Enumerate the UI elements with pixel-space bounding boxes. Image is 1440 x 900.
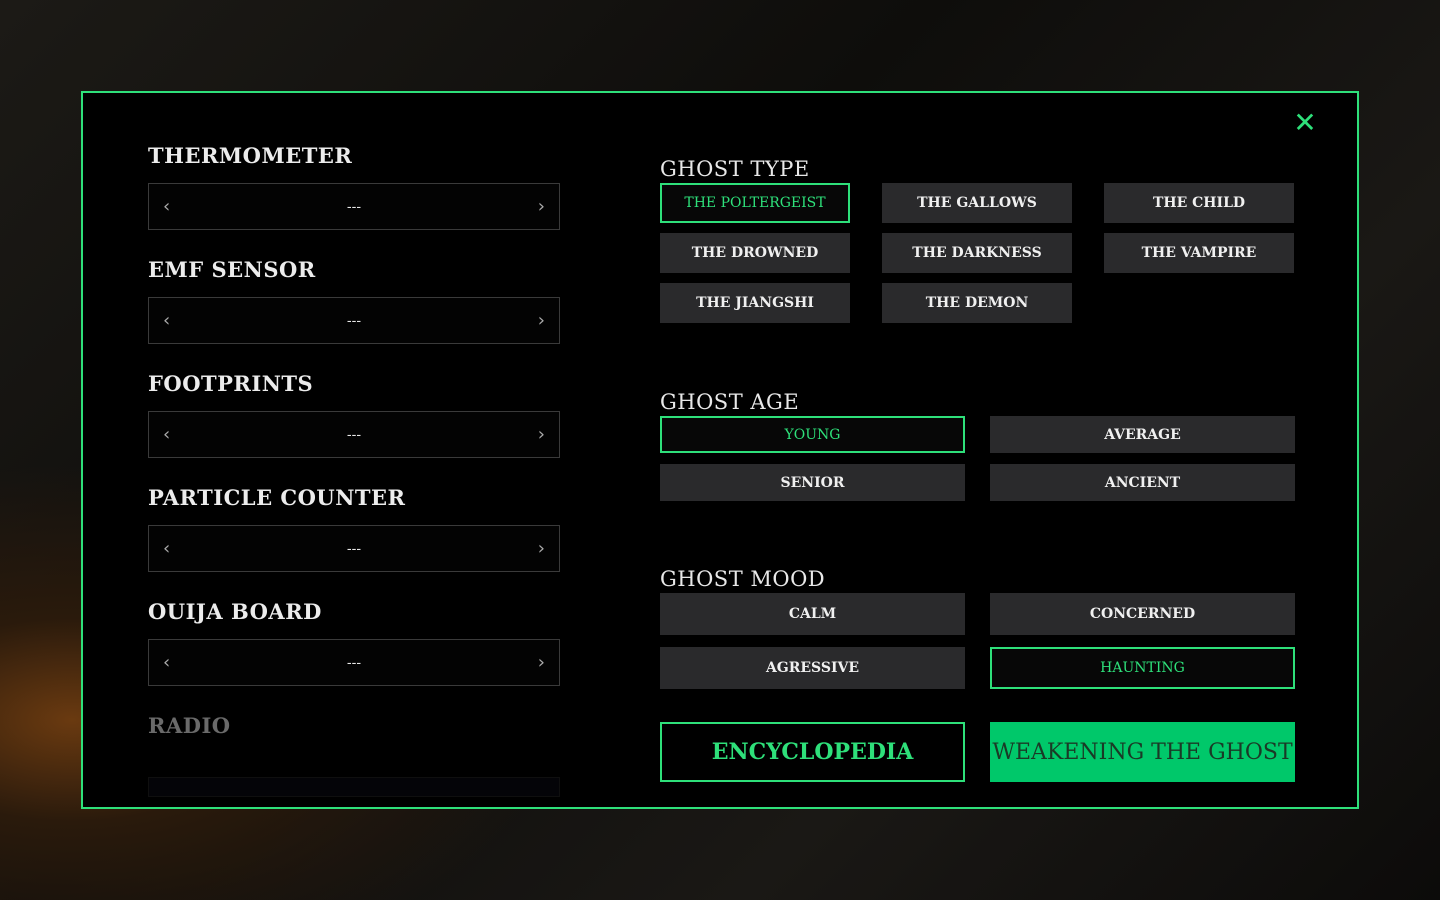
weakening-the-ghost-button[interactable]: WEAKENING THE GHOST <box>990 722 1295 782</box>
ghost-age-option[interactable]: ANCIENT <box>990 464 1295 501</box>
ghost-type-heading: GHOST TYPE <box>660 157 810 181</box>
evidence-label: THERMOMETER <box>148 143 353 168</box>
ghost-type-option[interactable]: THE GALLOWS <box>882 183 1072 223</box>
ghost-age-heading: GHOST AGE <box>660 390 800 414</box>
evidence-selector[interactable]: ‹ --- › <box>148 183 560 230</box>
evidence-value: --- <box>346 540 362 557</box>
evidence-selector[interactable]: ‹ --- › <box>148 525 560 572</box>
ghost-type-option[interactable]: THE JIANGSHI <box>660 283 850 323</box>
ghost-type-option[interactable]: THE POLTERGEIST <box>660 183 850 223</box>
evidence-label: FOOTPRINTS <box>148 371 314 396</box>
chevron-right-icon[interactable]: › <box>538 424 545 445</box>
ghost-type-option[interactable]: THE DROWNED <box>660 233 850 273</box>
ghost-age-option[interactable]: YOUNG <box>660 416 965 453</box>
ghost-age-option[interactable]: SENIOR <box>660 464 965 501</box>
evidence-value: --- <box>346 654 362 671</box>
chevron-left-icon[interactable]: ‹ <box>163 196 170 217</box>
chevron-left-icon[interactable]: ‹ <box>163 424 170 445</box>
chevron-left-icon[interactable]: ‹ <box>163 652 170 673</box>
chevron-right-icon[interactable]: › <box>538 310 545 331</box>
chevron-right-icon[interactable]: › <box>538 538 545 559</box>
ghost-type-option[interactable]: THE DEMON <box>882 283 1072 323</box>
evidence-value: --- <box>346 426 362 443</box>
encyclopedia-button[interactable]: ENCYCLOPEDIA <box>660 722 965 782</box>
ghost-type-option[interactable]: THE VAMPIRE <box>1104 233 1294 273</box>
evidence-selector[interactable] <box>148 777 560 797</box>
ghost-mood-option[interactable]: HAUNTING <box>990 647 1295 689</box>
ghost-type-option[interactable]: THE CHILD <box>1104 183 1294 223</box>
chevron-left-icon[interactable]: ‹ <box>163 310 170 331</box>
close-icon[interactable]: ✕ <box>1292 109 1318 137</box>
chevron-left-icon[interactable]: ‹ <box>163 538 170 559</box>
ghost-mood-option[interactable]: CALM <box>660 593 965 635</box>
chevron-right-icon[interactable]: › <box>538 196 545 217</box>
evidence-label: PARTICLE COUNTER <box>148 485 406 510</box>
ghost-mood-option[interactable]: AGRESSIVE <box>660 647 965 689</box>
evidence-selector[interactable]: ‹ --- › <box>148 411 560 458</box>
chevron-right-icon[interactable]: › <box>538 652 545 673</box>
evidence-selector[interactable]: ‹ --- › <box>148 639 560 686</box>
evidence-label: EMF SENSOR <box>148 257 316 282</box>
ghost-type-option[interactable]: THE DARKNESS <box>882 233 1072 273</box>
evidence-label: OUIJA BOARD <box>148 599 322 624</box>
evidence-value: --- <box>346 312 362 329</box>
ghost-mood-option[interactable]: CONCERNED <box>990 593 1295 635</box>
evidence-selector[interactable]: ‹ --- › <box>148 297 560 344</box>
evidence-label: RADIO <box>148 713 231 738</box>
evidence-value: --- <box>346 198 362 215</box>
ghost-mood-heading: GHOST MOOD <box>660 567 826 591</box>
ghost-age-option[interactable]: AVERAGE <box>990 416 1295 453</box>
